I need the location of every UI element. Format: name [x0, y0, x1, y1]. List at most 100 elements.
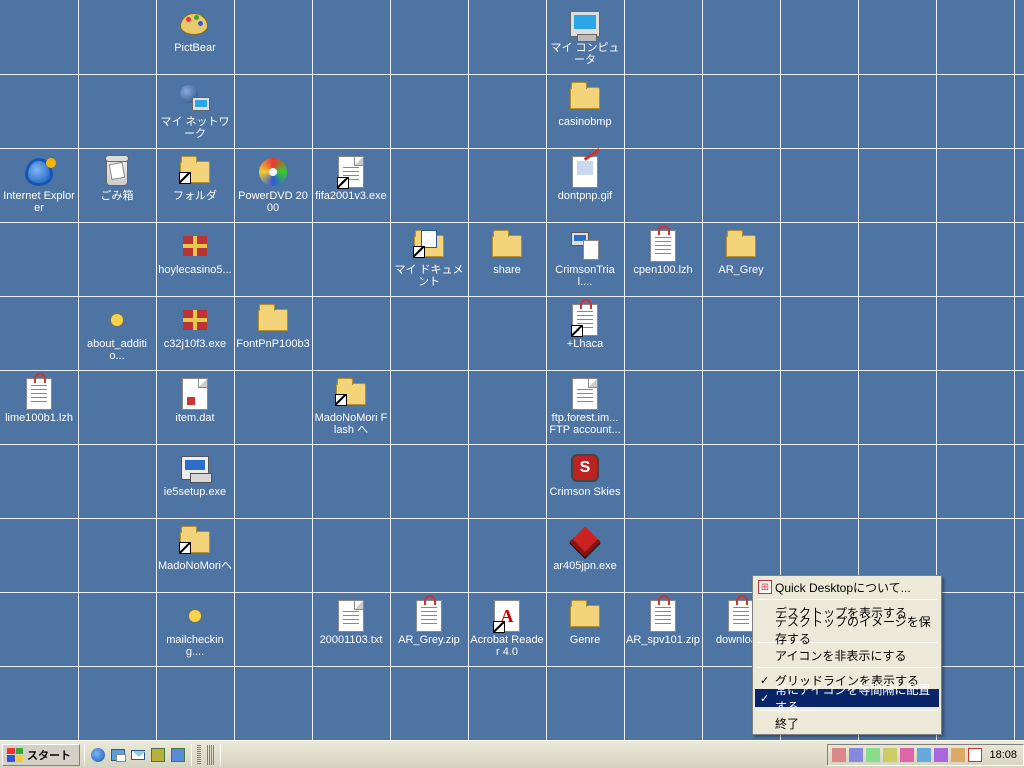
context-menu-item[interactable]: ⊞Quick Desktopについて... — [755, 578, 939, 596]
desktop-icon[interactable]: 20001103.txt — [312, 592, 390, 666]
desktop-icon[interactable]: ごみ箱 — [78, 148, 156, 222]
desktop-icon-label: フォルダ — [173, 190, 217, 202]
file-sc-icon — [335, 156, 367, 188]
tray-icon[interactable] — [866, 748, 880, 762]
taskbar-separator — [191, 744, 192, 766]
start-button[interactable]: スタート — [2, 744, 80, 766]
tray-icon[interactable] — [934, 748, 948, 762]
taskbar-grip[interactable] — [197, 745, 201, 765]
folder-icon — [569, 82, 601, 114]
gif-icon — [569, 156, 601, 188]
desktop-icon[interactable]: dontpnp.gif — [546, 148, 624, 222]
desktop-icon[interactable]: share — [468, 222, 546, 296]
desktop-icon[interactable]: PictBear — [156, 0, 234, 74]
desktop-icon[interactable]: casinobmp — [546, 74, 624, 148]
desktop-icon[interactable]: SCrimson Skies — [546, 444, 624, 518]
quick-launch-ie[interactable] — [89, 746, 107, 764]
context-menu-item[interactable]: 常にアイコンを等間隔に配置する — [755, 689, 939, 707]
desktop-icon-label: 20001103.txt — [320, 634, 383, 646]
context-menu-item[interactable]: 終了 — [755, 714, 939, 732]
desktop-icon-label: PictBear — [174, 42, 216, 54]
context-menu-item-label: アイコンを非表示にする — [775, 647, 907, 664]
desktop-icon[interactable]: CrimsonTrial.... — [546, 222, 624, 296]
quick-launch-item[interactable] — [149, 746, 167, 764]
desktop-icon-label: Internet Explorer — [2, 190, 76, 214]
desktop-icon[interactable]: AR_Grey — [702, 222, 780, 296]
quick-launch-show-desktop[interactable] — [109, 746, 127, 764]
gift-icon — [179, 230, 211, 262]
tray-icon[interactable] — [849, 748, 863, 762]
mydoc-icon — [413, 230, 445, 262]
desktop-icon-label: MadoNoMoriへ — [158, 560, 232, 572]
desktop-icon[interactable]: AR_spv101.zip — [624, 592, 702, 666]
desktop-icon[interactable]: mailchecking.... — [156, 592, 234, 666]
context-menu-separator — [757, 667, 937, 668]
desktop-icon[interactable]: マイ ドキュメント — [390, 222, 468, 296]
desktop-icon-label: マイ ドキュメント — [392, 264, 466, 288]
desktop-icon[interactable]: ftp.forest.im... FTP account... — [546, 370, 624, 444]
app-icon: ⊞ — [758, 580, 772, 594]
desktop-icon[interactable]: MadoNoMoriへ — [156, 518, 234, 592]
net-icon — [179, 82, 211, 114]
tray-icon[interactable] — [883, 748, 897, 762]
context-menu-item[interactable]: デスクトップのイメージを保存する — [755, 621, 939, 639]
desktop-icon[interactable]: マイ ネットワーク — [156, 74, 234, 148]
desktop-icon[interactable]: AAcrobat Reader 4.0 — [468, 592, 546, 666]
desktop-icon-label: lime100b1.lzh — [5, 412, 73, 424]
desktop-icon-label: マイ ネットワーク — [158, 116, 232, 140]
quick-launch-outlook[interactable] — [129, 746, 147, 764]
start-label: スタート — [27, 747, 71, 763]
desktop-icon-label: Crimson Skies — [550, 486, 621, 498]
desktop-icon[interactable]: cpen100.lzh — [624, 222, 702, 296]
context-menu-item-label: Quick Desktopについて... — [775, 579, 911, 596]
context-menu-item[interactable]: アイコンを非表示にする — [755, 646, 939, 664]
setup-icon — [179, 452, 211, 484]
desktop-icon-label: fifa2001v3.exe — [315, 190, 387, 202]
desktop-icon[interactable]: fifa2001v3.exe — [312, 148, 390, 222]
tray-icon-quick-desktop[interactable] — [968, 748, 982, 762]
pc-icon — [569, 8, 601, 40]
taskbar-separator — [84, 744, 85, 766]
desktop-icon[interactable]: Internet Explorer — [0, 148, 78, 222]
taskbar-grip[interactable] — [207, 745, 215, 765]
desktop-icon[interactable]: ie5setup.exe — [156, 444, 234, 518]
desktop-icon[interactable]: フォルダ — [156, 148, 234, 222]
tray-icon[interactable] — [951, 748, 965, 762]
desktop-icon[interactable]: ar405jpn.exe — [546, 518, 624, 592]
desktop-icon[interactable]: マイ コンピュータ — [546, 0, 624, 74]
context-menu-item-label: 終了 — [775, 715, 799, 732]
desktop-icon[interactable]: c32j10f3.exe — [156, 296, 234, 370]
pdvd-icon — [257, 156, 289, 188]
txt-icon — [335, 600, 367, 632]
desktop-icon[interactable]: PowerDVD 2000 — [234, 148, 312, 222]
desktop-icon[interactable]: AR_Grey.zip — [390, 592, 468, 666]
quick-launch-item[interactable] — [169, 746, 187, 764]
context-menu-item-label: 常にアイコンを等間隔に配置する — [775, 681, 935, 715]
taskbar: スタート 18:08 — [0, 740, 1024, 768]
tray-icon[interactable] — [900, 748, 914, 762]
desktop-icon-label: MadoNoMori Flash へ — [314, 412, 388, 436]
desktop-icon[interactable]: FontPnP100b3 — [234, 296, 312, 370]
desktop-icon[interactable]: MadoNoMori Flash へ — [312, 370, 390, 444]
red3d-icon — [569, 526, 601, 558]
clock[interactable]: 18:08 — [989, 749, 1017, 761]
tray-icon[interactable] — [917, 748, 931, 762]
folder-icon — [335, 378, 367, 410]
desktop-icon[interactable]: about_additio... — [78, 296, 156, 370]
desktop-icon-label: CrimsonTrial.... — [548, 264, 622, 288]
desktop-icon[interactable]: +Lhaca — [546, 296, 624, 370]
folder-icon — [569, 600, 601, 632]
system-tray: 18:08 — [827, 744, 1024, 766]
desktop-icon[interactable]: item.dat — [156, 370, 234, 444]
paint-icon — [179, 8, 211, 40]
quick-launch — [87, 746, 189, 764]
desktop-icon-label: share — [493, 264, 521, 276]
trial-icon — [569, 230, 601, 262]
desktop-icon[interactable]: Genre — [546, 592, 624, 666]
zip-icon — [647, 230, 679, 262]
desktop-icon[interactable]: lime100b1.lzh — [0, 370, 78, 444]
desktop-icon-label: ftp.forest.im... FTP account... — [548, 412, 622, 436]
tray-icon[interactable] — [832, 748, 846, 762]
desktop-icon[interactable]: hoylecasino5... — [156, 222, 234, 296]
desktop-icon-label: +Lhaca — [567, 338, 603, 350]
